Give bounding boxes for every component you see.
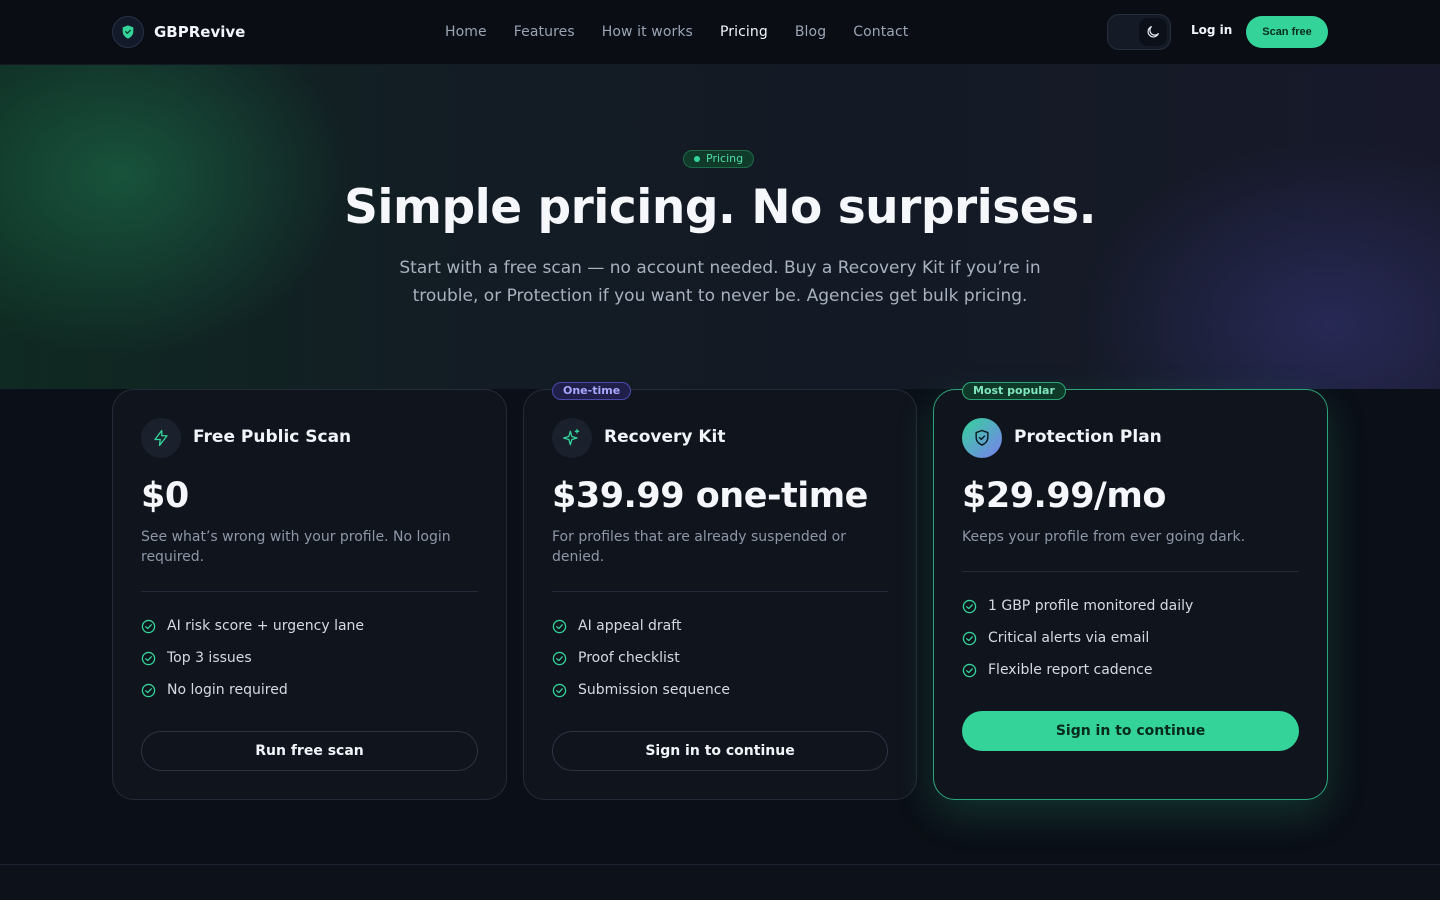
check-circle-icon <box>552 651 567 665</box>
run-free-scan-button[interactable]: Run free scan <box>141 731 478 771</box>
brand-logo-link[interactable]: GBPRevive <box>112 16 245 48</box>
plan-card-free: Free Public Scan $0 See what’s wrong wit… <box>112 389 507 800</box>
pricing-pill: Pricing <box>683 150 755 168</box>
plan-name: Recovery Kit <box>604 427 726 447</box>
moon-icon <box>1139 18 1167 46</box>
feature-item: Top 3 issues <box>141 642 364 674</box>
plan-price: $0 <box>141 476 189 516</box>
feature-text: No login required <box>167 682 288 698</box>
feature-text: 1 GBP profile monitored daily <box>988 598 1194 614</box>
nav-features[interactable]: Features <box>514 22 575 42</box>
sparkles-icon <box>552 418 592 458</box>
recovery-sign-in-button[interactable]: Sign in to continue <box>552 731 888 771</box>
divider <box>962 571 1299 572</box>
plan-name: Protection Plan <box>1014 427 1162 447</box>
feature-list: AI risk score + urgency lane Top 3 issue… <box>141 610 364 706</box>
check-circle-icon <box>141 683 156 697</box>
check-circle-icon <box>552 683 567 697</box>
check-circle-icon <box>141 651 156 665</box>
divider <box>141 591 478 592</box>
feature-text: Critical alerts via email <box>988 630 1150 646</box>
login-link[interactable]: Log in <box>1191 23 1232 37</box>
plan-description: Keeps your profile from ever going dark. <box>962 529 1246 545</box>
nav-home[interactable]: Home <box>445 22 487 42</box>
nav-contact[interactable]: Contact <box>853 22 908 42</box>
theme-toggle[interactable] <box>1107 14 1171 50</box>
nav-pricing[interactable]: Pricing <box>720 22 768 42</box>
nav-how-it-works[interactable]: How it works <box>602 22 693 42</box>
main-nav: Home Features How it works Pricing Blog … <box>445 22 935 42</box>
page-title: Simple pricing. No surprises. <box>344 180 1096 235</box>
check-circle-icon <box>962 599 977 613</box>
feature-item: AI appeal draft <box>552 610 730 642</box>
scan-free-button[interactable]: Scan free <box>1246 16 1328 48</box>
brand-name: GBPRevive <box>154 23 246 41</box>
check-circle-icon <box>962 663 977 677</box>
shield-logo-icon <box>112 16 144 48</box>
feature-text: Submission sequence <box>578 682 731 698</box>
feature-text: Flexible report cadence <box>988 662 1153 678</box>
protection-sign-in-button[interactable]: Sign in to continue <box>962 711 1299 751</box>
feature-item: 1 GBP profile monitored daily <box>962 590 1193 622</box>
plan-price: $39.99 one-time <box>552 476 868 516</box>
feature-text: Top 3 issues <box>167 650 252 666</box>
shield-check-icon <box>962 418 1002 458</box>
feature-list: AI appeal draft Proof checklist Submissi… <box>552 610 730 706</box>
site-header: GBPRevive Home Features How it works Pri… <box>0 0 1440 65</box>
feature-list: 1 GBP profile monitored daily Critical a… <box>962 590 1193 686</box>
feature-item: Critical alerts via email <box>962 622 1193 654</box>
feature-text: Proof checklist <box>578 650 680 666</box>
bolt-icon <box>141 418 181 458</box>
feature-item: Submission sequence <box>552 674 730 706</box>
check-circle-icon <box>141 619 156 633</box>
plan-card-recovery: One-time Recovery Kit $39.99 one-time Fo… <box>523 382 917 800</box>
plan-tag: Most popular <box>962 382 1066 400</box>
plan-description: See what’s wrong with your profile. No l… <box>141 529 451 565</box>
check-circle-icon <box>962 631 977 645</box>
section-divider <box>0 864 1440 900</box>
plan-card-protection: Most popular Protection Plan $29.99/mo K… <box>933 382 1328 800</box>
plan-name: Free Public Scan <box>193 427 352 447</box>
feature-item: Flexible report cadence <box>962 654 1193 686</box>
feature-text: AI appeal draft <box>578 618 682 634</box>
plan-tag: One-time <box>552 382 632 400</box>
check-circle-icon <box>552 619 567 633</box>
plan-price: $29.99/mo <box>962 476 1166 516</box>
feature-item: AI risk score + urgency lane <box>141 610 364 642</box>
divider <box>552 591 888 592</box>
page-subtitle: Start with a free scan — no account need… <box>399 258 1041 306</box>
nav-blog[interactable]: Blog <box>795 22 826 42</box>
feature-item: Proof checklist <box>552 642 730 674</box>
feature-item: No login required <box>141 674 364 706</box>
plan-description: For profiles that are already suspended … <box>552 529 846 565</box>
feature-text: AI risk score + urgency lane <box>167 618 365 634</box>
